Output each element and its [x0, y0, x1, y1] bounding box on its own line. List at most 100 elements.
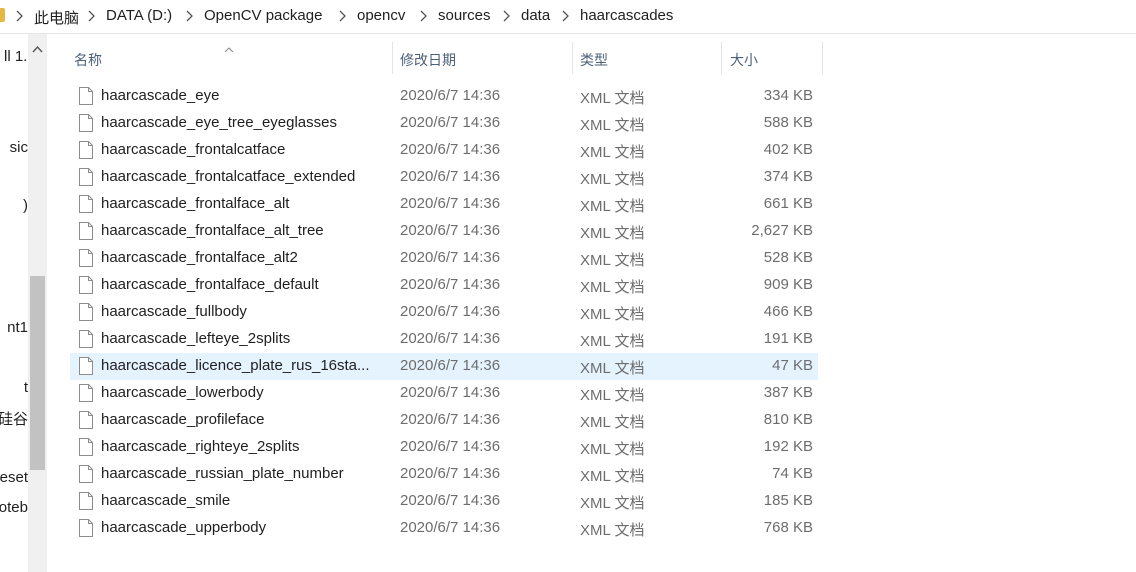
breadcrumb-item[interactable]: opencv: [357, 7, 405, 24]
file-type: XML 文档: [580, 441, 645, 458]
file-row[interactable]: haarcascade_russian_plate_number 2020/6/7…: [70, 461, 818, 488]
file-icon: [79, 87, 93, 105]
file-name: haarcascade_smile: [101, 492, 231, 509]
file-row[interactable]: haarcascade_lefteye_2splits 2020/6/7 14:3…: [70, 326, 818, 353]
file-icon: [79, 357, 93, 375]
file-date: 2020/6/7 14:36: [400, 465, 501, 482]
chevron-right-icon[interactable]: [14, 9, 24, 23]
file-size: 661 KB: [763, 195, 813, 212]
breadcrumb-item[interactable]: haarcascades: [580, 7, 673, 24]
file-date: 2020/6/7 14:36: [400, 303, 501, 320]
file-type: XML 文档: [580, 468, 645, 485]
chevron-up-icon[interactable]: [28, 42, 47, 56]
column-divider[interactable]: [822, 42, 823, 74]
file-row[interactable]: haarcascade_eye 2020/6/7 14:36 XML 文档 334 K…: [70, 83, 818, 110]
address-bar[interactable]: 此电脑 DATA (D:) OpenCV package opencv sour…: [0, 0, 1136, 34]
file-type: XML 文档: [580, 522, 645, 539]
file-date: 2020/6/7 14:36: [400, 222, 501, 239]
file-size: 768 KB: [763, 519, 813, 536]
file-icon: [79, 438, 93, 456]
breadcrumb-item[interactable]: sources: [438, 7, 491, 24]
file-size: 2,627 KB: [751, 222, 813, 239]
file-size: 387 KB: [763, 384, 813, 401]
file-name: haarcascade_eye_tree_eyeglasses: [101, 114, 337, 131]
file-name: haarcascade_profileface: [101, 411, 265, 428]
file-row[interactable]: haarcascade_frontalface_alt 2020/6/7 14:3…: [70, 191, 818, 218]
chevron-right-icon[interactable]: [501, 9, 511, 23]
file-row[interactable]: haarcascade_eye_tree_eyeglasses 2020/6/7 …: [70, 110, 818, 137]
breadcrumb-item[interactable]: data: [521, 7, 550, 24]
file-row[interactable]: haarcascade_profileface 2020/6/7 14:36 XML…: [70, 407, 818, 434]
file-row[interactable]: haarcascade_frontalface_alt2 2020/6/7 14:…: [70, 245, 818, 272]
file-icon: [79, 222, 93, 240]
file-icon: [79, 249, 93, 267]
breadcrumb-item[interactable]: 此电脑: [34, 7, 79, 28]
file-date: 2020/6/7 14:36: [400, 87, 501, 104]
file-size: 810 KB: [763, 411, 813, 428]
file-row[interactable]: haarcascade_frontalcatface 2020/6/7 14:36…: [70, 137, 818, 164]
file-icon: [79, 195, 93, 213]
file-type: XML 文档: [580, 333, 645, 350]
file-row[interactable]: haarcascade_lowerbody 2020/6/7 14:36 XML 文…: [70, 380, 818, 407]
nav-item[interactable]: eset: [0, 469, 28, 486]
nav-item[interactable]: nt1: [7, 319, 28, 336]
file-icon: [79, 276, 93, 294]
nav-item[interactable]: sic: [10, 139, 28, 156]
column-header-type[interactable]: 类型: [573, 42, 721, 74]
file-date: 2020/6/7 14:36: [400, 276, 501, 293]
nav-item[interactable]: 硅谷: [0, 408, 28, 429]
file-icon: [79, 411, 93, 429]
breadcrumb-item[interactable]: DATA (D:): [106, 7, 172, 24]
file-name: haarcascade_frontalcatface_extended: [101, 168, 356, 185]
file-size: 909 KB: [763, 276, 813, 293]
file-size: 192 KB: [763, 438, 813, 455]
file-date: 2020/6/7 14:36: [400, 195, 501, 212]
file-size: 191 KB: [763, 330, 813, 347]
file-date: 2020/6/7 14:36: [400, 492, 501, 509]
file-row[interactable]: haarcascade_frontalcatface_extended 2020/…: [70, 164, 818, 191]
file-row[interactable]: haarcascade_frontalface_alt_tree 2020/6/7…: [70, 218, 818, 245]
chevron-right-icon[interactable]: [560, 9, 570, 23]
file-icon: [79, 519, 93, 537]
file-date: 2020/6/7 14:36: [400, 411, 501, 428]
scrollbar-thumb[interactable]: [30, 276, 45, 470]
file-name: haarcascade_frontalface_alt: [101, 195, 290, 212]
file-name: haarcascade_licence_plate_rus_16sta...: [101, 357, 370, 374]
file-icon: [79, 492, 93, 510]
file-name: haarcascade_eye: [101, 87, 220, 104]
file-row[interactable]: haarcascade_licence_plate_rus_16sta... 20…: [70, 353, 818, 380]
file-row[interactable]: haarcascade_frontalface_default 2020/6/7 …: [70, 272, 818, 299]
file-row[interactable]: haarcascade_upperbody 2020/6/7 14:36 XML 文…: [70, 515, 818, 542]
file-date: 2020/6/7 14:36: [400, 330, 501, 347]
chevron-right-icon[interactable]: [184, 9, 194, 23]
file-date: 2020/6/7 14:36: [400, 114, 501, 131]
nav-scrollbar[interactable]: [28, 34, 47, 572]
file-type: XML 文档: [580, 360, 645, 377]
file-name: haarcascade_frontalface_alt_tree: [101, 222, 324, 239]
column-header-name[interactable]: 名称: [70, 42, 392, 74]
navigation-pane[interactable]: ll 1. sic ) nt1 t 硅谷 eset oteb: [0, 34, 28, 572]
file-type: XML 文档: [580, 279, 645, 296]
file-type: XML 文档: [580, 198, 645, 215]
breadcrumb-item[interactable]: OpenCV package: [204, 7, 322, 24]
file-date: 2020/6/7 14:36: [400, 249, 501, 266]
nav-item[interactable]: oteb: [0, 499, 28, 516]
file-row[interactable]: haarcascade_smile 2020/6/7 14:36 XML 文档 185…: [70, 488, 818, 515]
chevron-right-icon[interactable]: [86, 9, 96, 23]
file-type: XML 文档: [580, 252, 645, 269]
file-size: 528 KB: [763, 249, 813, 266]
file-date: 2020/6/7 14:36: [400, 141, 501, 158]
chevron-right-icon[interactable]: [337, 9, 347, 23]
column-header-size[interactable]: 大小: [722, 42, 822, 74]
file-name: haarcascade_frontalface_default: [101, 276, 319, 293]
file-type: XML 文档: [580, 495, 645, 512]
file-date: 2020/6/7 14:36: [400, 519, 501, 536]
file-date: 2020/6/7 14:36: [400, 384, 501, 401]
column-header-date[interactable]: 修改日期: [393, 42, 572, 74]
file-row[interactable]: haarcascade_fullbody 2020/6/7 14:36 XML 文档…: [70, 299, 818, 326]
file-size: 47 KB: [772, 357, 813, 374]
file-row[interactable]: haarcascade_righteye_2splits 2020/6/7 14:…: [70, 434, 818, 461]
file-size: 466 KB: [763, 303, 813, 320]
nav-item[interactable]: ll 1.: [4, 48, 27, 65]
chevron-right-icon[interactable]: [418, 9, 428, 23]
